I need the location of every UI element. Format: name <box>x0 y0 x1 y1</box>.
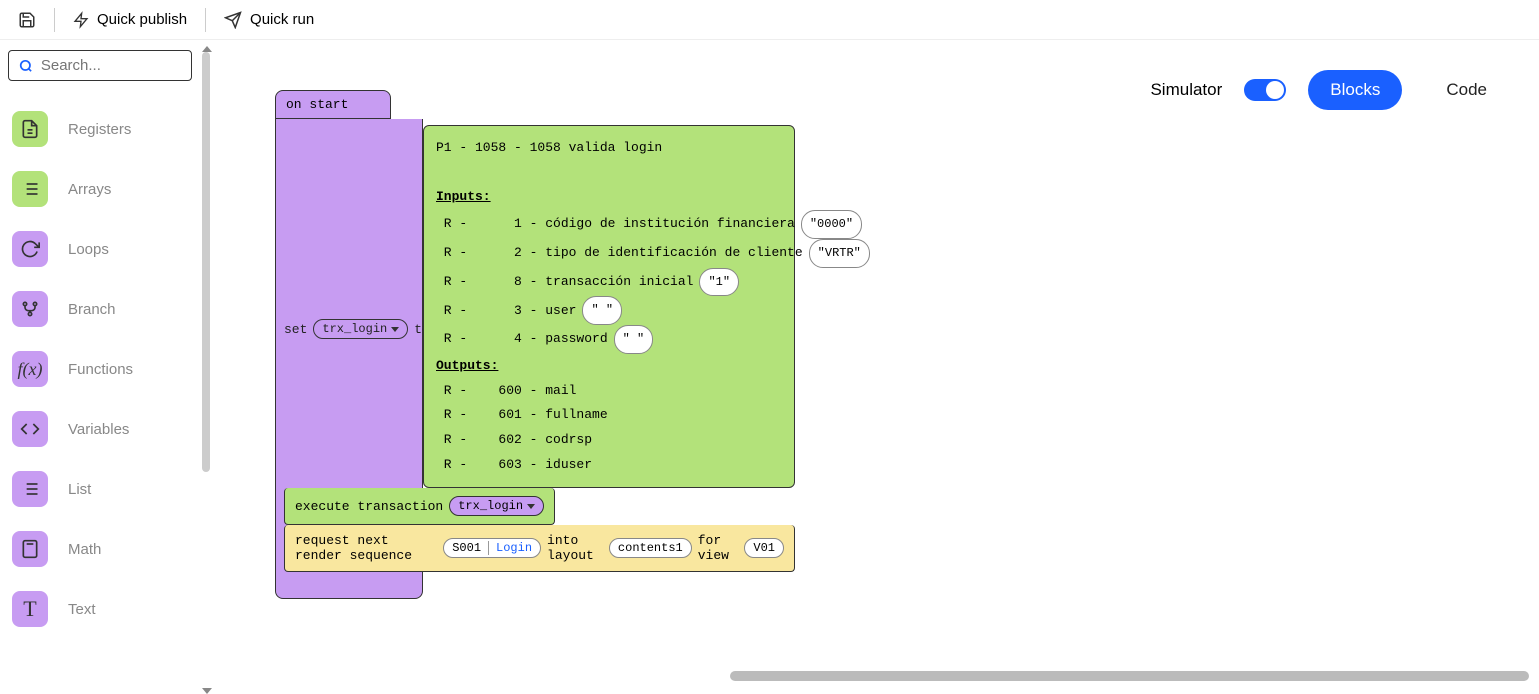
view-controls: Simulator Blocks Code <box>1150 70 1509 110</box>
input-row: R - 2 - tipo de identificación de client… <box>436 239 782 268</box>
list-icon <box>12 471 48 507</box>
input-value[interactable]: " " <box>582 296 622 325</box>
layout-pill[interactable]: contents1 <box>609 538 692 558</box>
sidebar-item-label: Registers <box>68 121 131 138</box>
execute-var-name: trx_login <box>458 499 523 513</box>
input-value[interactable]: "VRTR" <box>809 239 870 268</box>
quick-publish-label: Quick publish <box>97 11 187 28</box>
quick-publish-button[interactable]: Quick publish <box>63 6 197 34</box>
sequence-pill[interactable]: S001 Login <box>443 538 541 558</box>
input-row: R - 3 - user" " <box>436 296 782 325</box>
sidebar-item-label: Functions <box>68 361 133 378</box>
output-row: R - 601 - fullname <box>436 403 782 428</box>
sidebar-item-label: Arrays <box>68 181 111 198</box>
save-icon <box>18 11 36 29</box>
functions-icon: f(x) <box>12 351 48 387</box>
sidebar-item-math[interactable]: Math <box>8 519 192 579</box>
simulator-toggle[interactable] <box>1244 79 1286 101</box>
text-icon: T <box>12 591 48 627</box>
block-workspace[interactable]: on start set trx_login to P1 - 105 <box>275 90 423 599</box>
set-label: set <box>284 322 307 337</box>
search-input[interactable] <box>41 57 181 74</box>
sidebar-item-label: Text <box>68 601 96 618</box>
sidebar-item-registers[interactable]: Registers <box>8 99 192 159</box>
input-value[interactable]: "1" <box>699 268 739 297</box>
quick-run-label: Quick run <box>250 11 314 28</box>
request-render-block[interactable]: request next render sequence S001 Login … <box>284 525 795 572</box>
for-label: for view <box>698 533 739 563</box>
output-row: R - 600 - mail <box>436 379 782 404</box>
transaction-data-block[interactable]: P1 - 1058 - 1058 valida login Inputs: R … <box>423 125 795 488</box>
divider <box>205 8 206 32</box>
sidebar-item-loops[interactable]: Loops <box>8 219 192 279</box>
on-start-block[interactable]: on start <box>275 90 391 119</box>
chevron-down-icon <box>527 504 535 509</box>
input-row: R - 4 - password" " <box>436 325 782 354</box>
seq-code: S001 <box>452 541 481 555</box>
input-value[interactable]: " " <box>614 325 654 354</box>
lightning-icon <box>73 10 89 30</box>
sidebar-item-functions[interactable]: f(x) Functions <box>8 339 192 399</box>
sidebar-item-variables[interactable]: Variables <box>8 399 192 459</box>
view-pill[interactable]: V01 <box>744 538 784 558</box>
arrays-icon <box>12 171 48 207</box>
execute-var-dropdown[interactable]: trx_login <box>449 496 544 516</box>
horizontal-scrollbar[interactable] <box>730 671 1529 681</box>
registers-icon <box>12 111 48 147</box>
sidebar: Registers Arrays Loops Branch f(x) Funct… <box>0 40 200 685</box>
branch-icon <box>12 291 48 327</box>
loops-icon <box>12 231 48 267</box>
var-name: trx_login <box>322 322 387 336</box>
into-label: into layout <box>547 533 603 563</box>
output-row: R - 603 - iduser <box>436 453 782 478</box>
canvas[interactable]: Simulator Blocks Code on start set trx_l… <box>200 40 1539 685</box>
inputs-header: Inputs: <box>436 185 782 210</box>
input-row: R - 1 - código de institución financiera… <box>436 210 782 239</box>
execute-label: execute transaction <box>295 499 443 514</box>
code-view-button[interactable]: Code <box>1424 70 1509 110</box>
sidebar-item-label: Branch <box>68 301 116 318</box>
sidebar-item-label: Loops <box>68 241 109 258</box>
outputs-header: Outputs: <box>436 354 782 379</box>
on-start-label: on start <box>286 97 348 112</box>
quick-run-button[interactable]: Quick run <box>214 7 324 33</box>
blocks-view-button[interactable]: Blocks <box>1308 70 1402 110</box>
divider <box>54 8 55 32</box>
simulator-label: Simulator <box>1150 80 1222 100</box>
search-icon <box>19 58 33 74</box>
hscroll-thumb[interactable] <box>730 671 1529 681</box>
sidebar-item-label: Math <box>68 541 101 558</box>
scroll-down-icon[interactable] <box>202 688 212 694</box>
input-row: R - 8 - transacción inicial"1" <box>436 268 782 297</box>
execute-transaction-block[interactable]: execute transaction trx_login <box>284 488 555 525</box>
sidebar-item-branch[interactable]: Branch <box>8 279 192 339</box>
run-icon <box>224 11 242 29</box>
seq-name: Login <box>496 541 532 555</box>
sidebar-item-label: List <box>68 481 91 498</box>
var-dropdown[interactable]: trx_login <box>313 319 408 339</box>
variables-icon <box>12 411 48 447</box>
sidebar-item-list[interactable]: List <box>8 459 192 519</box>
request-label: request next render sequence <box>295 533 437 563</box>
sidebar-item-arrays[interactable]: Arrays <box>8 159 192 219</box>
input-value[interactable]: "0000" <box>801 210 862 239</box>
data-title: P1 - 1058 - 1058 valida login <box>436 136 782 161</box>
output-row: R - 602 - codrsp <box>436 428 782 453</box>
save-button[interactable] <box>8 7 46 33</box>
math-icon <box>12 531 48 567</box>
toolbar: Quick publish Quick run <box>0 0 1539 40</box>
search-input-wrapper[interactable] <box>8 50 192 81</box>
toggle-knob <box>1266 81 1284 99</box>
chevron-down-icon <box>391 327 399 332</box>
sidebar-item-text[interactable]: T Text <box>8 579 192 639</box>
sidebar-item-label: Variables <box>68 421 129 438</box>
